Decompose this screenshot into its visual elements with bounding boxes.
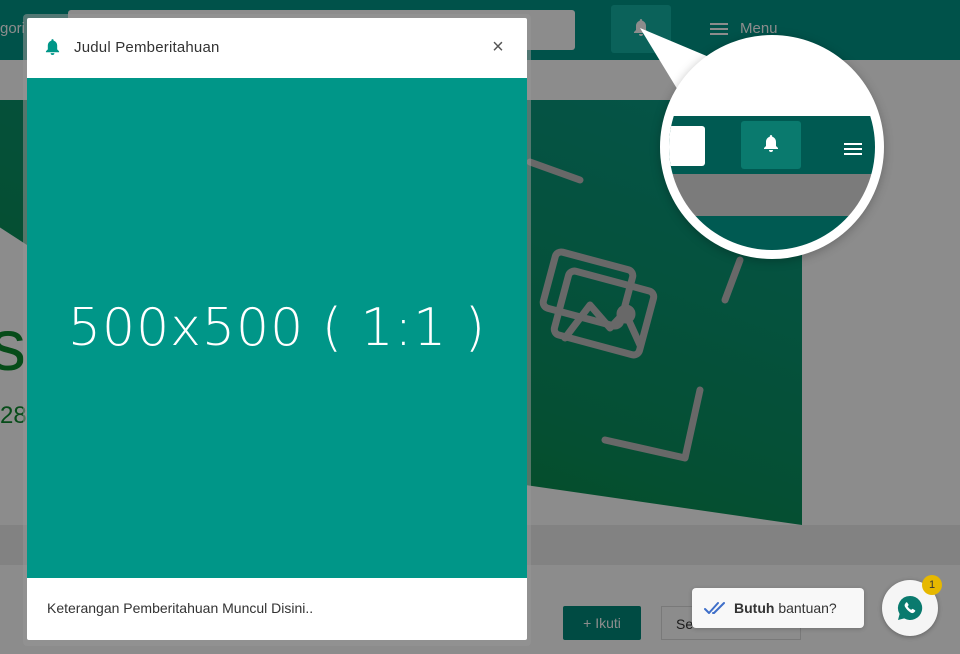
whatsapp-icon [897, 595, 923, 620]
close-icon[interactable]: × [487, 34, 509, 60]
magnified-divider [669, 174, 875, 216]
modal-header: Judul Pemberitahuan × [27, 18, 527, 78]
image-size-label: 500x500 ( 1:1 ) [67, 298, 487, 358]
chat-unread-badge: 1 [922, 575, 942, 595]
page-root: gori Menu s 28 + Ikuti Se Judul Pemberit… [0, 0, 960, 654]
bell-icon [45, 39, 60, 55]
bell-icon [764, 135, 778, 152]
modal-image-placeholder: 500x500 ( 1:1 ) [27, 78, 527, 578]
magnified-bell-button [741, 121, 801, 169]
modal-title: Judul Pemberitahuan [74, 39, 220, 56]
hamburger-icon [844, 143, 862, 155]
help-text: bantuan? [778, 600, 837, 616]
notification-modal: Judul Pemberitahuan × 500x500 ( 1:1 ) Ke… [27, 18, 527, 640]
double-check-icon [704, 602, 725, 614]
help-bold-text: Butuh [734, 600, 775, 616]
help-chat-bubble[interactable]: Butuh bantuan? [692, 588, 864, 628]
bell-magnifier-callout [660, 35, 884, 259]
magnified-search [669, 126, 705, 166]
modal-description: Keterangan Pemberitahuan Muncul Disini.. [47, 600, 314, 616]
